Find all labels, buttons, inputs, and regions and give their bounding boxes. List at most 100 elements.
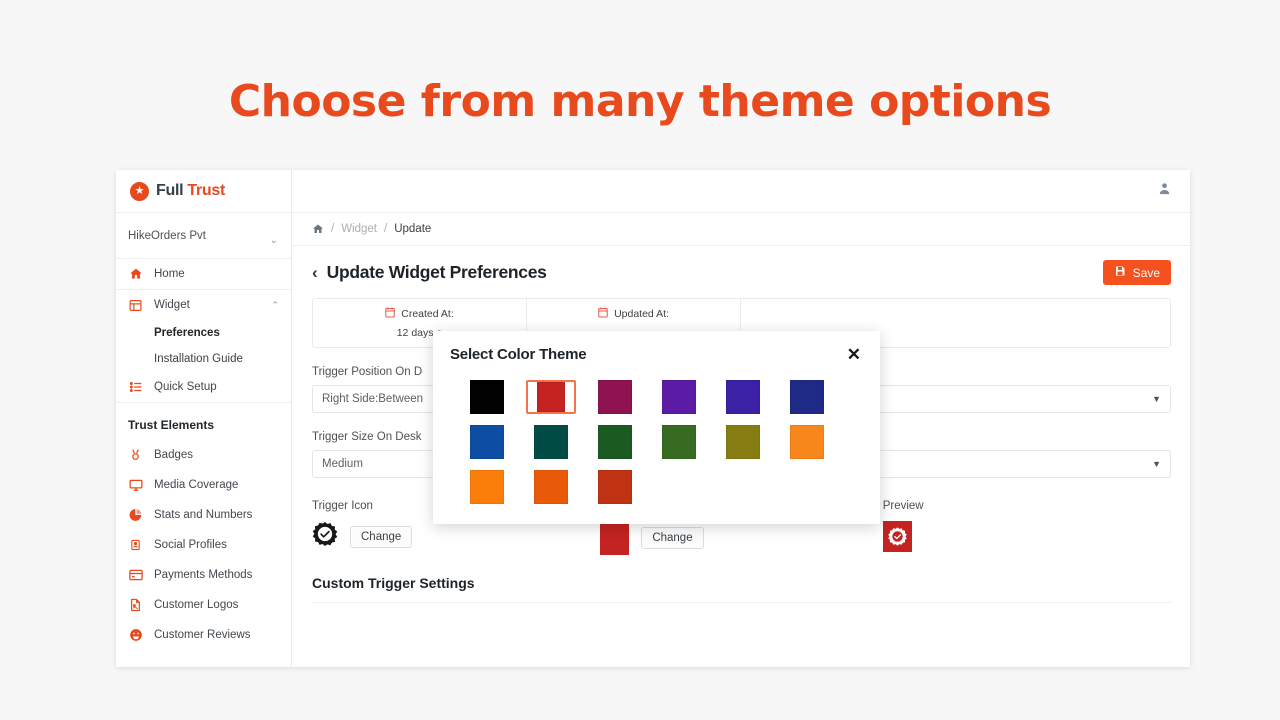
section-divider: [312, 602, 1171, 603]
custom-trigger-settings-title: Custom Trigger Settings: [312, 575, 475, 591]
breadcrumb: / Widget / Update: [292, 213, 1190, 246]
theme-color-chip: [600, 521, 630, 555]
list-check-icon: [128, 380, 143, 395]
sidebar-subitem-preferences[interactable]: Preferences: [116, 320, 291, 346]
brand-name: Full Trust: [156, 182, 225, 200]
page-title: Update Widget Preferences: [326, 262, 547, 282]
sidebar-item-badges-label: Badges: [154, 449, 194, 461]
breadcrumb-item-widget[interactable]: Widget: [341, 223, 377, 235]
chevron-down-icon: ▼: [1152, 459, 1161, 469]
select-color-theme-dialog: Select Color Theme ✕: [433, 331, 880, 524]
color-swatch-fill: [598, 425, 632, 459]
home-icon: [128, 267, 143, 282]
breadcrumb-item-update: Update: [394, 223, 432, 235]
sidebar-item-stats-and-numbers[interactable]: Stats and Numbers: [116, 500, 291, 530]
sidebar-item-social-profiles[interactable]: Social Profiles: [116, 530, 291, 560]
color-swatch-fill: [470, 425, 504, 459]
preview-badge: [882, 521, 912, 552]
sidebar-subitem-preferences-label: Preferences: [154, 327, 220, 339]
sidebar: Full Trust HikeOrders Pvt ⌄ Home Widget …: [116, 170, 292, 667]
breadcrumb-separator-1: /: [331, 223, 335, 235]
pie-chart-icon: [128, 508, 143, 523]
trigger-badge-check-icon: [312, 521, 338, 552]
sidebar-item-stats-and-numbers-label: Stats and Numbers: [154, 509, 253, 521]
color-swatch-7[interactable]: [526, 425, 576, 459]
select-trigger-position-desktop-value: Right Side:Between: [322, 393, 424, 405]
meta-created-at-label: Created At:: [401, 308, 454, 320]
color-swatch-grid: [433, 363, 880, 504]
brand-name-part2: Trust: [187, 182, 226, 199]
monitor-icon: [128, 478, 143, 493]
color-swatch-fill: [726, 425, 760, 459]
block-preview-label: Preview: [882, 500, 924, 512]
meta-updated-at-label: Updated At:: [614, 308, 669, 320]
sidebar-item-customer-logos-label: Customer Logos: [154, 599, 239, 611]
color-swatch-1[interactable]: [526, 380, 576, 414]
close-icon[interactable]: ✕: [847, 346, 861, 363]
color-swatch-8[interactable]: [590, 425, 640, 459]
color-swatch-11[interactable]: [782, 425, 832, 459]
widget-icon: [128, 298, 143, 313]
sidebar-item-widget-label: Widget: [154, 299, 190, 311]
breadcrumb-home-icon[interactable]: [312, 223, 324, 235]
color-swatch-12[interactable]: [462, 470, 512, 504]
calendar-icon: [598, 307, 608, 321]
change-trigger-icon-button[interactable]: Change: [350, 525, 413, 548]
sidebar-item-quick-setup-label: Quick Setup: [154, 381, 217, 393]
sidebar-item-customer-logos[interactable]: Customer Logos: [116, 590, 291, 620]
color-swatch-fill: [470, 470, 504, 504]
sidebar-item-badges[interactable]: Badges: [116, 440, 291, 470]
user-avatar-icon[interactable]: [1157, 181, 1172, 201]
color-swatch-fill: [662, 425, 696, 459]
meta-created-at-label-row: Created At:: [313, 307, 526, 321]
sidebar-subitem-installation-guide[interactable]: Installation Guide: [116, 346, 291, 372]
sidebar-item-widget[interactable]: Widget ⌃: [116, 290, 291, 320]
color-swatch-fill: [790, 425, 824, 459]
save-button[interactable]: Save: [1102, 260, 1171, 285]
color-swatch-9[interactable]: [654, 425, 704, 459]
id-card-icon: [128, 538, 143, 553]
color-swatch-10[interactable]: [718, 425, 768, 459]
block-theme-body: Change: [600, 521, 882, 555]
file-image-icon: [128, 598, 143, 613]
sidebar-item-media-coverage[interactable]: Media Coverage: [116, 470, 291, 500]
save-icon: [1114, 265, 1126, 280]
sidebar-item-home[interactable]: Home: [116, 259, 291, 290]
color-swatch-fill: [537, 382, 565, 412]
color-swatch-0[interactable]: [462, 380, 512, 414]
sidebar-item-payments-methods-label: Payments Methods: [154, 569, 253, 581]
brand-name-part1: Full: [156, 182, 184, 199]
chevron-down-icon: ▼: [1152, 394, 1161, 404]
color-swatch-2[interactable]: [590, 380, 640, 414]
color-swatch-4[interactable]: [718, 380, 768, 414]
sidebar-subitem-installation-guide-label: Installation Guide: [154, 353, 243, 365]
sidebar-item-quick-setup[interactable]: Quick Setup: [116, 372, 291, 403]
color-swatch-6[interactable]: [462, 425, 512, 459]
sidebar-item-customer-reviews-label: Customer Reviews: [154, 629, 251, 641]
color-swatch-fill: [598, 470, 632, 504]
sidebar-item-home-label: Home: [154, 268, 185, 280]
page-headline: Choose from many theme options: [228, 76, 1052, 127]
back-arrow-icon[interactable]: ‹: [312, 264, 318, 281]
breadcrumb-separator-2: /: [384, 223, 388, 235]
color-swatch-13[interactable]: [526, 470, 576, 504]
calendar-icon: [385, 307, 395, 321]
select-trigger-size-desktop-value: Medium: [322, 458, 363, 470]
save-button-label: Save: [1132, 265, 1160, 280]
color-swatch-fill: [726, 380, 760, 414]
chevron-up-icon: ⌃: [271, 299, 279, 310]
brand-logo[interactable]: Full Trust: [116, 170, 291, 213]
org-switcher[interactable]: HikeOrders Pvt ⌄: [116, 213, 291, 259]
sidebar-item-payments-methods[interactable]: Payments Methods: [116, 560, 291, 590]
color-swatch-14[interactable]: [590, 470, 640, 504]
color-swatch-fill: [598, 380, 632, 414]
sidebar-item-social-profiles-label: Social Profiles: [154, 539, 227, 551]
color-swatch-5[interactable]: [782, 380, 832, 414]
full-trust-logo-icon: [130, 181, 149, 201]
medal-icon: [128, 448, 143, 463]
color-swatch-fill: [470, 380, 504, 414]
dialog-header: Select Color Theme ✕: [433, 331, 880, 363]
change-theme-button[interactable]: Change: [641, 527, 704, 549]
sidebar-item-customer-reviews[interactable]: Customer Reviews: [116, 620, 291, 650]
color-swatch-3[interactable]: [654, 380, 704, 414]
